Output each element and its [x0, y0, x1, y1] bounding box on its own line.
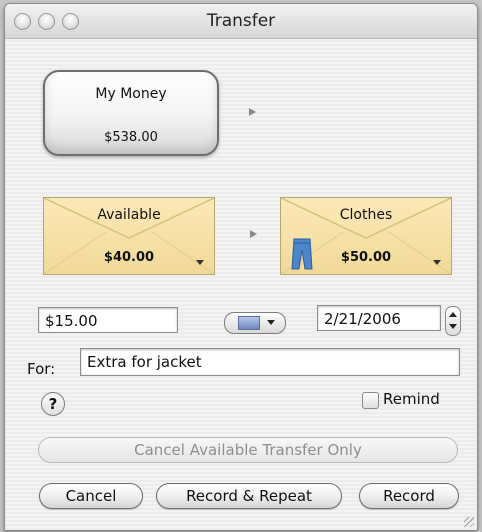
cancel-transfer-button[interactable]: Cancel Available Transfer Only: [38, 437, 458, 463]
record-button[interactable]: Record: [359, 483, 459, 509]
cancel-button[interactable]: Cancel: [39, 483, 143, 509]
title-bar[interactable]: Transfer: [5, 4, 477, 39]
transfer-window: Transfer My Money $538.00 Available $40.…: [4, 3, 478, 531]
from-envelope-name: Available: [97, 207, 161, 223]
chevron-down-icon[interactable]: [433, 260, 441, 265]
remind-checkbox[interactable]: [362, 392, 379, 409]
chevron-up-icon[interactable]: [449, 312, 457, 317]
chevron-down-icon: [267, 320, 275, 325]
source-account-amount: $538.00: [104, 130, 158, 145]
for-label: For:: [27, 360, 56, 378]
window-title: Transfer: [206, 11, 276, 31]
resize-grip-icon[interactable]: [464, 517, 474, 527]
date-stepper[interactable]: [445, 306, 461, 336]
to-envelope-amount: $50.00: [340, 250, 392, 265]
remind-label: Remind: [383, 390, 440, 408]
chevron-down-icon[interactable]: [196, 260, 204, 265]
chevron-down-icon[interactable]: [449, 324, 457, 329]
arrow-right-icon: [249, 108, 256, 116]
to-envelope[interactable]: Clothes $50.00: [280, 197, 452, 275]
account-popup[interactable]: [224, 312, 286, 334]
card-icon: [238, 316, 260, 330]
from-envelope-amount: $40.00: [103, 250, 155, 265]
help-button[interactable]: ?: [41, 392, 65, 416]
date-field[interactable]: 2/21/2006: [317, 305, 441, 331]
from-envelope[interactable]: Available $40.00: [43, 197, 215, 275]
source-account-button[interactable]: My Money $538.00: [43, 70, 219, 156]
for-field[interactable]: Extra for jacket: [80, 348, 460, 376]
to-envelope-name: Clothes: [339, 207, 393, 223]
record-and-repeat-button[interactable]: Record & Repeat: [156, 483, 342, 509]
amount-field[interactable]: $15.00: [38, 307, 178, 333]
arrow-right-icon: [250, 230, 257, 238]
source-account-name: My Money: [95, 86, 167, 102]
